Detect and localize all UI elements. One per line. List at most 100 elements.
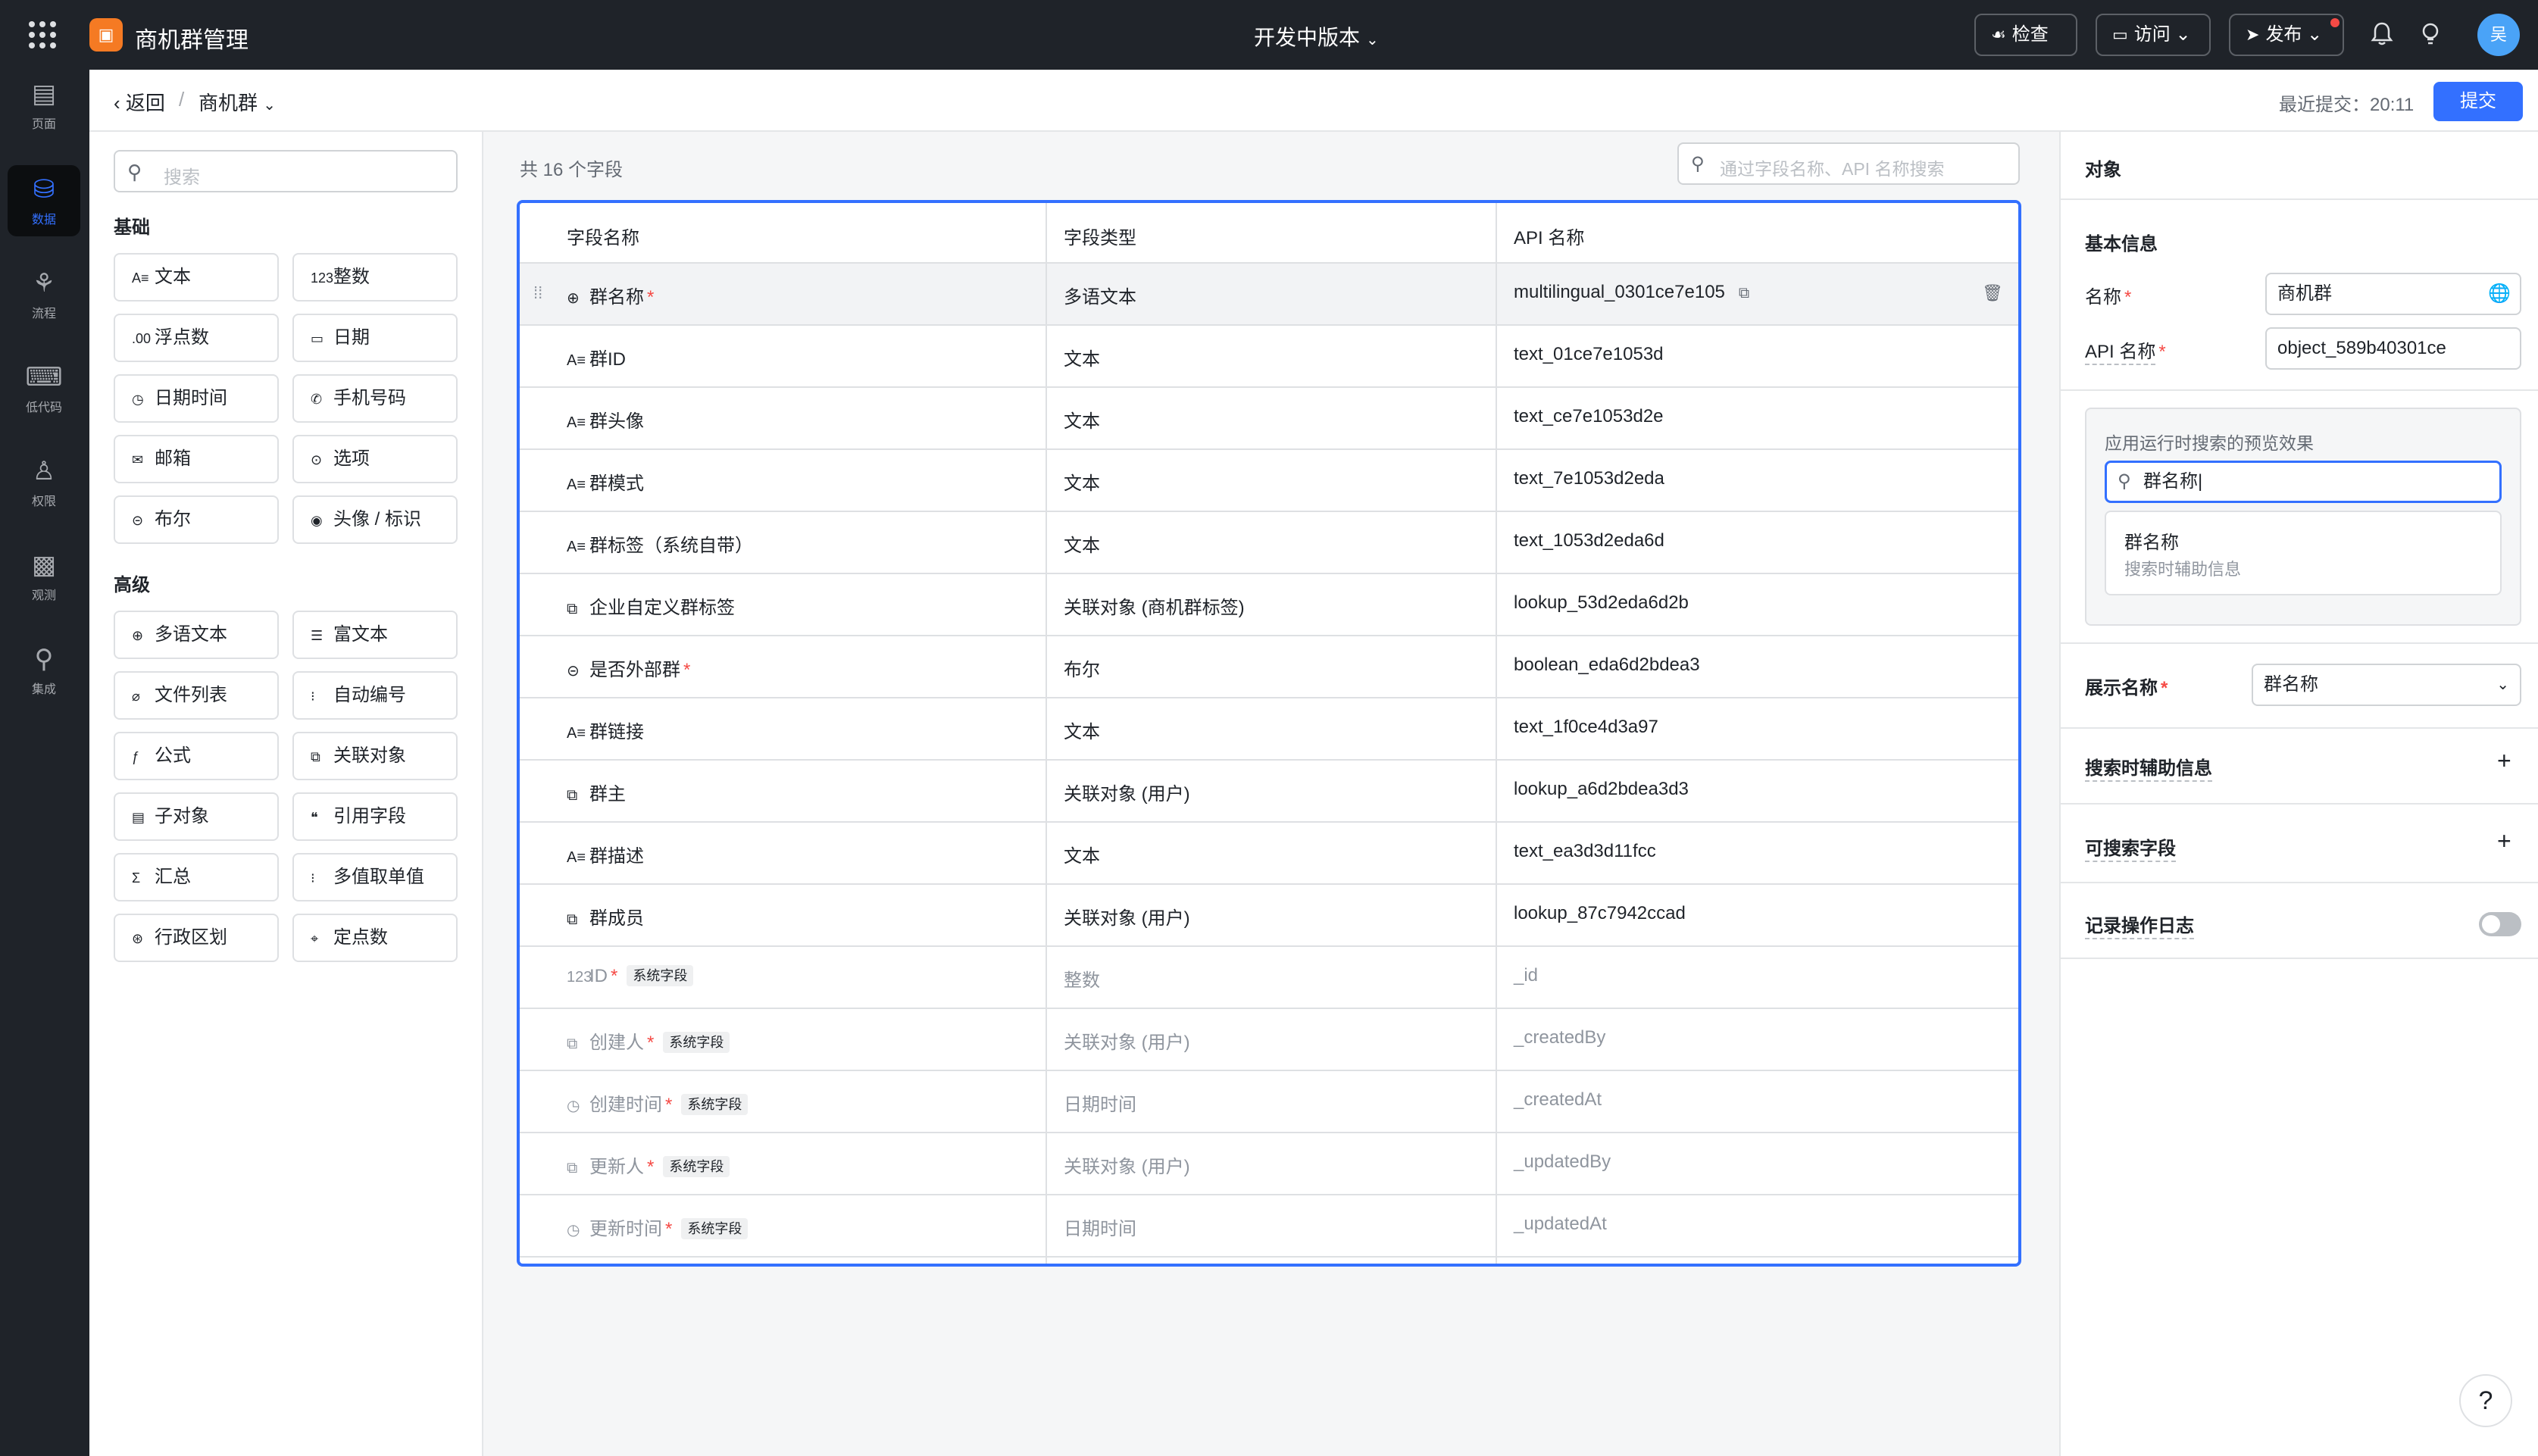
- table-row[interactable]: A≡ 群描述 文本 text_ea3d3d11fcc: [520, 823, 2018, 885]
- display-name-select[interactable]: 群名称 ⌄: [2252, 664, 2521, 706]
- palette-item-label: 日期: [333, 327, 370, 348]
- palette-item[interactable]: ⌀ 文件列表: [114, 671, 279, 720]
- version-selector[interactable]: 开发中版本 ⌄: [1254, 21, 1379, 52]
- palette-item[interactable]: ✆ 手机号码: [292, 374, 458, 423]
- back-button[interactable]: ‹ 返回: [114, 88, 165, 116]
- palette-item-label: 文件列表: [155, 685, 227, 705]
- field-name: 群成员: [589, 908, 644, 929]
- nav-item-flow[interactable]: ⚘ 流程: [8, 259, 80, 330]
- palette-item[interactable]: ƒ 公式: [114, 732, 279, 780]
- palette-item[interactable]: ⌖ 定点数: [292, 914, 458, 962]
- add-searchable-field-icon[interactable]: +: [2497, 827, 2511, 855]
- object-name-input[interactable]: 商机群 🌐: [2265, 273, 2521, 315]
- palette-item[interactable]: ◷ 日期时间: [114, 374, 279, 423]
- drag-handle-icon[interactable]: ⁞⁞: [533, 283, 542, 303]
- table-row[interactable]: ⁞⁞ ⊕ 群名称 * 多语文本 multilingual_0301ce7e105 ⧉ 🗑: [520, 264, 2018, 326]
- table-row[interactable]: A≡ 群头像 文本 text_ce7e1053d2e: [520, 388, 2018, 450]
- table-row[interactable]: ⊝ 是否外部群 * 布尔 boolean_eda6d2bdea3: [520, 636, 2018, 698]
- table-row[interactable]: ⧉ 群主 关联对象 (用户) lookup_a6d2bdea3d3: [520, 761, 2018, 823]
- table-row[interactable]: A≡ 群模式 文本 text_7e1053d2eda: [520, 450, 2018, 512]
- copy-icon[interactable]: ⧉: [1739, 285, 1749, 302]
- divider: [2061, 803, 2538, 805]
- table-row[interactable]: A≡ 群ID 文本 text_01ce7e1053d: [520, 326, 2018, 388]
- palette-item[interactable]: ▤ 子对象: [114, 792, 279, 841]
- table-row[interactable]: ◷ 创建时间 * 系统字段 日期时间 _createdAt: [520, 1071, 2018, 1133]
- field-name: 更新时间: [589, 1219, 662, 1239]
- field-search-input[interactable]: ⚲ 通过字段名称、API 名称搜索: [1677, 142, 2020, 185]
- lightbulb-icon[interactable]: [2418, 21, 2443, 47]
- palette-item[interactable]: ▭ 日期: [292, 314, 458, 362]
- avatar[interactable]: 吴: [2477, 14, 2520, 56]
- api-name-cell: _updatedBy: [1514, 1151, 1611, 1173]
- table-row[interactable]: A≡ 群标签（系统自带） 文本 text_1053d2eda6d: [520, 512, 2018, 574]
- check-button[interactable]: ☙ 检查: [1974, 14, 2077, 56]
- palette-item[interactable]: ⁝ 自动编号: [292, 671, 458, 720]
- palette-item[interactable]: ☰ 富文本: [292, 611, 458, 659]
- palette-item[interactable]: .00 浮点数: [114, 314, 279, 362]
- palette-item[interactable]: Σ 汇总: [114, 853, 279, 901]
- nav-item-data[interactable]: ⛁ 数据: [8, 165, 80, 236]
- nav-label: 低代码: [25, 401, 62, 414]
- submit-button[interactable]: 提交: [2433, 82, 2523, 121]
- palette-item-label: 多值取单值: [333, 867, 424, 887]
- palette-item-label: 多语文本: [155, 624, 227, 645]
- palette-item[interactable]: ⊝ 布尔: [114, 495, 279, 544]
- help-icon[interactable]: ?: [2459, 1374, 2512, 1427]
- sub-header: ‹ 返回 / 商机群 ⌄ 最近提交：20:11 提交: [89, 70, 2538, 132]
- field-type-icon: A≡: [567, 725, 586, 742]
- publish-button[interactable]: ➤ 发布 ⌄: [2229, 14, 2344, 56]
- field-type-icon: ⊕: [132, 628, 144, 643]
- briefcase-icon: ▣: [89, 18, 123, 52]
- palette-item[interactable]: ⊙ 选项: [292, 435, 458, 483]
- palette-item[interactable]: ✉ 邮箱: [114, 435, 279, 483]
- palette-item[interactable]: ◉ 头像 / 标识: [292, 495, 458, 544]
- table-row[interactable]: 123ID * 系统字段 整数 _id: [520, 947, 2018, 1009]
- api-name-cell: text_ce7e1053d2e: [1514, 406, 1664, 427]
- palette-item[interactable]: ⊕ 多语文本: [114, 611, 279, 659]
- table-row[interactable]: ⧉ 创建人 * 系统字段 关联对象 (用户) _createdBy: [520, 1009, 2018, 1071]
- nav-item-monitor[interactable]: ▩ 观测: [8, 541, 80, 612]
- field-name: 群头像: [589, 411, 644, 432]
- operation-log-toggle[interactable]: [2479, 912, 2521, 936]
- table-row[interactable]: ⧉ 企业自定义群标签 关联对象 (商机群标签) lookup_53d2eda6d2b: [520, 574, 2018, 636]
- version-label: 开发中版本: [1254, 26, 1361, 49]
- palette-item[interactable]: A≡ 文本: [114, 253, 279, 302]
- field-name: 群模式: [589, 473, 644, 494]
- nav-item-integration[interactable]: ⚲ 集成: [8, 635, 80, 706]
- field-type-cell: 文本: [1064, 846, 1100, 867]
- api-name-input[interactable]: object_589b40301ce: [2265, 327, 2521, 370]
- bell-icon[interactable]: [2370, 21, 2394, 47]
- nav-item-permission[interactable]: ♙ 权限: [8, 447, 80, 518]
- app-grid-icon[interactable]: [29, 21, 56, 48]
- table-row[interactable]: ⧉ 更新人 * 系统字段 关联对象 (用户) _updatedBy: [520, 1133, 2018, 1195]
- preview-dropdown-sub: 搜索时辅助信息: [2124, 560, 2242, 579]
- required-mark: *: [2158, 342, 2166, 362]
- trash-icon[interactable]: 🗑: [1982, 283, 2003, 303]
- visit-button[interactable]: ▭ 访问 ⌄: [2096, 14, 2211, 56]
- field-type-icon: .00: [132, 331, 152, 346]
- field-type-icon: ⧉: [567, 787, 578, 804]
- preview-search-input[interactable]: ⚲ 群名称|: [2105, 461, 2502, 503]
- palette-item[interactable]: ⧉ 关联对象: [292, 732, 458, 780]
- preview-dropdown-item[interactable]: 群名称 搜索时辅助信息: [2105, 511, 2502, 595]
- palette-item-label: 布尔: [155, 509, 191, 530]
- nav-item-lowcode[interactable]: ⌨ 低代码: [8, 353, 80, 424]
- preview-search-value: 群名称: [2143, 471, 2198, 492]
- add-search-aux-icon[interactable]: +: [2497, 747, 2511, 775]
- palette-item[interactable]: ⁝ 多值取单值: [292, 853, 458, 901]
- field-name-cell: ⊝ 是否外部群 *: [567, 655, 690, 681]
- palette-item[interactable]: ⊛ 行政区划: [114, 914, 279, 962]
- palette-item[interactable]: ❝ 引用字段: [292, 792, 458, 841]
- table-row[interactable]: A≡ 群链接 文本 text_1f0ce4d3a97: [520, 698, 2018, 761]
- palette-item[interactable]: 123整数: [292, 253, 458, 302]
- field-type-icon: ⧉: [311, 749, 320, 764]
- palette-item-label: 邮箱: [155, 448, 191, 469]
- nav-item-page[interactable]: ▤ 页面: [8, 70, 80, 141]
- breadcrumb-object[interactable]: 商机群 ⌄: [198, 88, 276, 116]
- field-type-icon: ❝: [311, 810, 318, 825]
- table-row[interactable]: ◷ 更新时间 * 系统字段 日期时间 _updatedAt: [520, 1195, 2018, 1258]
- globe-icon[interactable]: 🌐: [2488, 274, 2511, 314]
- table-row[interactable]: ⧉ 群成员 关联对象 (用户) lookup_87c7942ccad: [520, 885, 2018, 947]
- palette-search-input[interactable]: ⚲ 搜索: [114, 150, 458, 192]
- required-mark: *: [647, 1157, 655, 1177]
